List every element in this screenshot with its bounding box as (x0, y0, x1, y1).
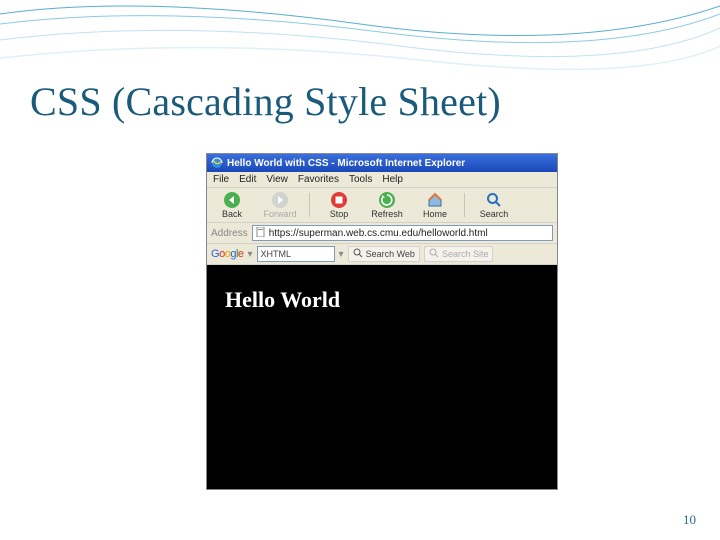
search-web-button[interactable]: Search Web (348, 246, 420, 262)
menu-help[interactable]: Help (382, 174, 403, 185)
slide-title: CSS (Cascading Style Sheet) (30, 78, 501, 125)
address-bar: Address https://superman.web.cs.cmu.edu/… (207, 223, 557, 244)
address-input[interactable]: https://superman.web.cs.cmu.edu/hellowor… (252, 225, 553, 241)
toolbar: Back Forward Stop Refresh Home (207, 188, 557, 223)
forward-icon (271, 191, 289, 209)
browser-titlebar: Hello World with CSS - Microsoft Interne… (207, 154, 557, 172)
forward-label: Forward (263, 209, 296, 219)
search-button[interactable]: Search (475, 191, 513, 219)
search-site-icon (429, 248, 439, 260)
decorative-lines (0, 0, 720, 80)
menu-bar: File Edit View Favorites Tools Help (207, 172, 557, 188)
google-query: XHTML (261, 249, 292, 259)
address-label: Address (211, 228, 248, 239)
search-label: Search (480, 209, 509, 219)
menu-favorites[interactable]: Favorites (298, 174, 339, 185)
menu-tools[interactable]: Tools (349, 174, 372, 185)
back-icon (223, 191, 241, 209)
refresh-button[interactable]: Refresh (368, 191, 406, 219)
home-label: Home (423, 209, 447, 219)
page-heading: Hello World (225, 287, 539, 313)
ie-icon (211, 157, 223, 169)
back-button[interactable]: Back (213, 191, 251, 219)
page-icon (256, 227, 266, 240)
slide: CSS (Cascading Style Sheet) Hello World … (0, 0, 720, 540)
refresh-icon (378, 191, 396, 209)
search-icon (485, 191, 503, 209)
home-icon (426, 191, 444, 209)
stop-icon (330, 191, 348, 209)
search-web-icon (353, 248, 363, 260)
toolbar-separator (309, 193, 310, 217)
window-title: Hello World with CSS - Microsoft Interne… (227, 158, 465, 169)
google-logo: Google (211, 248, 244, 260)
menu-file[interactable]: File (213, 174, 229, 185)
search-site-button[interactable]: Search Site (424, 246, 494, 262)
stop-label: Stop (330, 209, 349, 219)
stop-button[interactable]: Stop (320, 191, 358, 219)
google-search-input[interactable]: XHTML (257, 246, 335, 262)
google-toolbar: Google ▾ XHTML ▾ Search Web Search Site (207, 244, 557, 265)
browser-window: Hello World with CSS - Microsoft Interne… (206, 153, 558, 490)
menu-edit[interactable]: Edit (239, 174, 256, 185)
forward-button[interactable]: Forward (261, 191, 299, 219)
home-button[interactable]: Home (416, 191, 454, 219)
search-site-label: Search Site (442, 249, 489, 259)
back-label: Back (222, 209, 242, 219)
page-content: Hello World (207, 265, 557, 489)
toolbar-separator (464, 193, 465, 217)
slide-number: 10 (683, 512, 696, 528)
address-url: https://superman.web.cs.cmu.edu/hellowor… (269, 228, 488, 239)
search-web-label: Search Web (366, 249, 415, 259)
refresh-label: Refresh (371, 209, 403, 219)
menu-view[interactable]: View (266, 174, 288, 185)
